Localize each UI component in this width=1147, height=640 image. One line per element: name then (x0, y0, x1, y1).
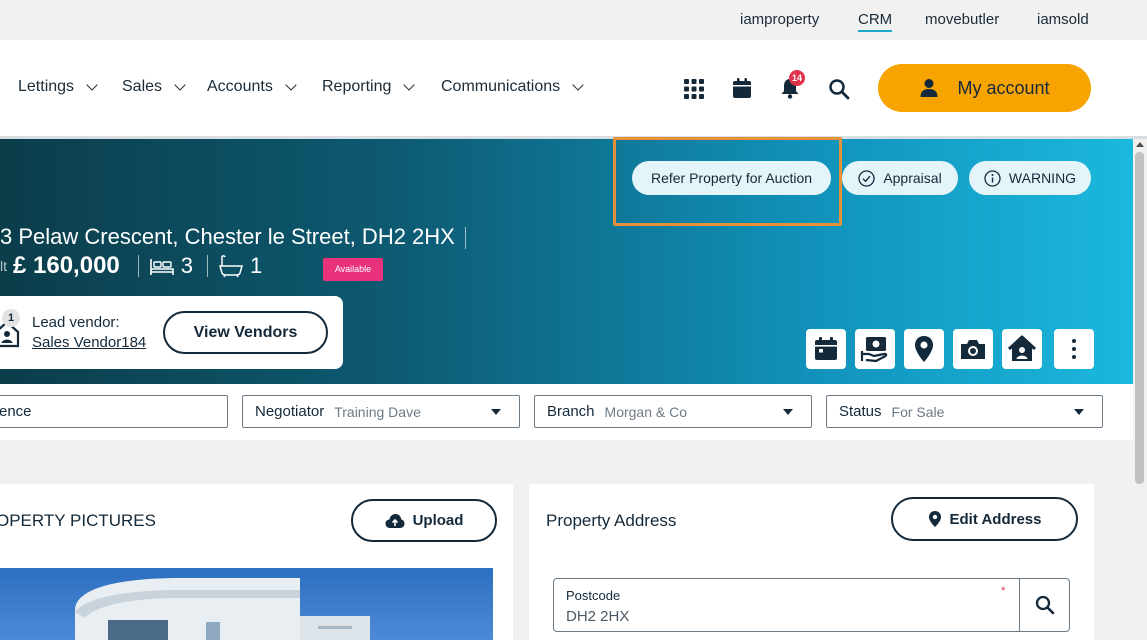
nav-communications-label: Communications (441, 78, 561, 95)
nav-lettings[interactable]: Lettings (18, 78, 98, 96)
nav-sales-label: Sales (122, 78, 163, 95)
property-address-heading: 3 Pelaw Crescent, Chester le Street, DH2… (0, 224, 476, 250)
nav-sales[interactable]: Sales (122, 78, 186, 96)
chevron-down-icon (403, 79, 416, 91)
view-vendors-button[interactable]: View Vendors (163, 311, 328, 354)
edit-address-button[interactable]: Edit Address (891, 497, 1078, 541)
camera-icon (961, 340, 985, 359)
reference-label: ence (0, 403, 32, 420)
property-price: £ 160,000 (13, 252, 120, 279)
nav-accounts[interactable]: Accounts (207, 78, 297, 96)
location-pin-icon (915, 336, 933, 362)
house-icon (1007, 335, 1037, 361)
caret-down-icon (1074, 409, 1084, 415)
upload-button[interactable]: Upload (351, 499, 497, 542)
upload-label: Upload (412, 512, 464, 529)
lead-vendor-link[interactable]: Sales Vendor184 (32, 334, 146, 351)
valuation-action-button[interactable] (855, 329, 895, 369)
price-row: lt £ 160,000 3 1 (0, 252, 262, 280)
required-marker: * (1001, 585, 1006, 597)
property-pictures-title: OPERTY PICTURES (0, 511, 156, 530)
status-label: Status (839, 403, 882, 420)
branch-select[interactable]: Branch Morgan & Co (534, 395, 812, 428)
top-link-iamsold[interactable]: iamsold (1037, 11, 1089, 28)
caret-down-icon (491, 409, 501, 415)
top-link-crm[interactable]: CRM (858, 11, 893, 32)
calendar-action-button[interactable] (806, 329, 846, 369)
branch-label: Branch (547, 403, 595, 420)
building-photo-illustration (75, 578, 370, 640)
lead-vendor-card: 1 Lead vendor: Sales Vendor184 View Vend… (0, 296, 343, 369)
postcode-label: Postcode (566, 588, 621, 603)
calendar-icon[interactable] (731, 77, 753, 99)
caret-down-icon (783, 409, 793, 415)
chevron-down-icon (572, 79, 584, 91)
negotiator-select[interactable]: Negotiator Training Dave (242, 395, 520, 428)
cloud-upload-icon (385, 513, 405, 528)
nav-accounts-label: Accounts (207, 78, 273, 95)
nav-reporting[interactable]: Reporting (322, 78, 416, 96)
property-photo (0, 568, 493, 640)
bed-icon (149, 259, 174, 275)
lead-vendor-label: Lead vendor: (32, 314, 120, 331)
postcode-value: DH2 2HX (566, 608, 630, 625)
property-address-text: 3 Pelaw Crescent, Chester le Street, DH2… (0, 224, 455, 249)
reference-field[interactable]: ence (0, 395, 228, 428)
chevron-down-icon (285, 79, 297, 91)
location-pin-icon (928, 511, 941, 527)
photos-action-button[interactable] (953, 329, 993, 369)
divider (207, 255, 209, 277)
status-value: For Sale (891, 403, 945, 420)
chevron-down-icon (86, 79, 98, 91)
chevron-down-icon (174, 79, 186, 91)
apps-grid-icon[interactable] (683, 78, 705, 100)
availability-badge: Available (323, 258, 383, 281)
top-link-movebutler[interactable]: movebutler (925, 11, 999, 28)
search-icon[interactable] (828, 78, 850, 100)
top-link-iamproperty[interactable]: iamproperty (740, 11, 819, 28)
divider (137, 255, 139, 277)
my-account-button[interactable]: My account (878, 64, 1091, 112)
warning-label: WARNING (1008, 170, 1077, 186)
status-select[interactable]: Status For Sale (826, 395, 1103, 428)
vendor-count-badge: 1 (2, 309, 20, 327)
appraisal-label: Appraisal (883, 170, 942, 186)
postcode-field[interactable]: Postcode * DH2 2HX (553, 578, 1070, 632)
postcode-search-button[interactable] (1019, 579, 1070, 631)
valuation-icon (860, 337, 888, 363)
highlight-box (613, 137, 842, 226)
divider (464, 227, 466, 250)
calendar-icon (815, 337, 837, 360)
branch-value: Morgan & Co (604, 403, 688, 420)
nav-reporting-label: Reporting (322, 78, 392, 95)
bath-icon (219, 255, 244, 278)
price-prefix: lt (0, 258, 7, 274)
more-vertical-icon (1072, 339, 1076, 359)
nav-communications[interactable]: Communications (441, 78, 584, 96)
warning-button[interactable]: WARNING (969, 161, 1091, 195)
negotiator-label: Negotiator (255, 403, 325, 420)
location-action-button[interactable] (904, 329, 944, 369)
property-address-title: Property Address (546, 511, 677, 530)
nav-lettings-label: Lettings (18, 78, 75, 95)
negotiator-value: Training Dave (334, 403, 421, 420)
user-icon (920, 79, 938, 97)
check-circle-icon (858, 169, 875, 187)
notification-count-badge: 14 (789, 70, 805, 86)
top-product-bar: iamproperty CRM movebutler iamsold (0, 0, 1147, 40)
search-icon (1035, 595, 1055, 615)
scroll-up-arrow-icon[interactable] (1136, 142, 1144, 147)
appraisal-button[interactable]: Appraisal (842, 161, 958, 195)
edit-address-label: Edit Address (949, 510, 1042, 528)
more-actions-button[interactable] (1054, 329, 1094, 369)
bathroom-count: 1 (250, 253, 263, 278)
scrollbar-thumb[interactable] (1135, 152, 1144, 484)
my-account-label: My account (957, 77, 1050, 98)
house-action-button[interactable] (1002, 329, 1042, 369)
info-circle-icon (984, 169, 1001, 187)
bedroom-count: 3 (180, 253, 194, 278)
